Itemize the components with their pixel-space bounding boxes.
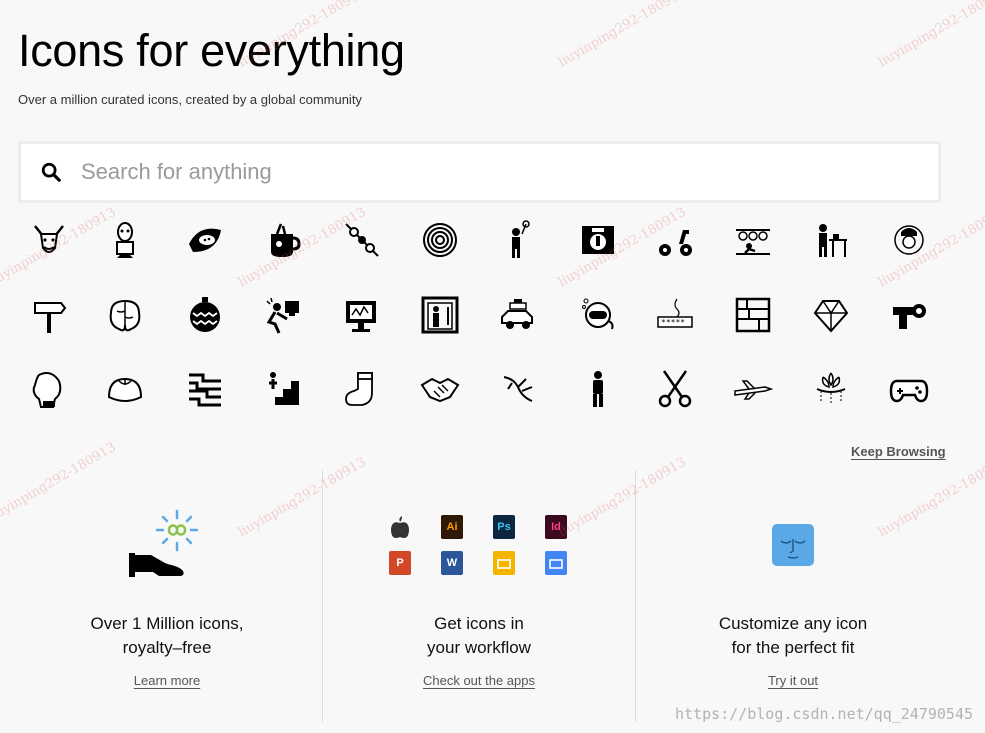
car-with-luggage-icon[interactable]	[496, 293, 540, 337]
target-rings-icon[interactable]	[418, 218, 462, 262]
shelf-with-person-icon[interactable]	[731, 218, 775, 262]
search-icon[interactable]	[40, 161, 62, 183]
watermark: liuyinping292-180913	[875, 0, 985, 71]
powerpoint-icon[interactable]: P	[389, 551, 411, 575]
ornament-bauble-icon[interactable]	[183, 293, 227, 337]
dumpling-icon[interactable]	[103, 367, 147, 411]
docs-icon[interactable]	[545, 551, 567, 575]
person-with-balloon-icon[interactable]	[496, 218, 540, 262]
papaya-icon[interactable]	[183, 218, 227, 262]
watermark: liuyinping292-180913	[555, 0, 689, 71]
password-field-icon[interactable]: *****	[653, 293, 697, 337]
keep-browsing-link[interactable]: Keep Browsing	[851, 444, 946, 459]
computer-stethoscope-icon[interactable]	[340, 293, 384, 337]
slides-icon[interactable]	[493, 551, 515, 575]
cartoon-man-icon[interactable]	[103, 218, 147, 262]
christmas-stocking-icon[interactable]	[340, 367, 384, 411]
brain-icon[interactable]	[103, 293, 147, 337]
person-at-desk-icon[interactable]	[809, 218, 853, 262]
photoshop-icon[interactable]: Ps	[493, 515, 515, 539]
feature-workflow: Ai Ps Id P W Get icons in your workflow Chec…	[324, 500, 634, 690]
apple-icon[interactable]	[389, 515, 411, 539]
bird-sketch-icon[interactable]	[496, 367, 540, 411]
game-controller-icon[interactable]	[887, 367, 931, 411]
page-subtitle: Over a million curated icons, created by…	[18, 92, 362, 107]
lotus-decoration-icon[interactable]	[809, 367, 853, 411]
shelving-icon[interactable]	[731, 293, 775, 337]
feature-royalty-free: Over 1 Million icons, royalty–free Learn…	[12, 500, 322, 690]
check-out-apps-link[interactable]: Check out the apps	[423, 673, 535, 688]
scissors-icon[interactable]	[653, 367, 697, 411]
gemstone-icon[interactable]	[809, 293, 853, 337]
illustrator-icon[interactable]: Ai	[441, 515, 463, 539]
stressed-worker-icon[interactable]	[261, 293, 305, 337]
word-icon[interactable]: W	[441, 551, 463, 575]
pattern-lines-icon[interactable]	[183, 367, 227, 411]
standing-person-icon[interactable]	[576, 367, 620, 411]
stairs-person-icon[interactable]	[261, 367, 305, 411]
search-bar[interactable]	[18, 141, 941, 203]
airplane-icon[interactable]	[731, 367, 775, 411]
feature-title: Customize any icon for the perfect fit	[718, 614, 868, 657]
feature-title: Get icons in your workflow	[427, 614, 531, 657]
feature-divider	[322, 470, 323, 722]
learn-more-link[interactable]: Learn more	[134, 673, 200, 688]
boxing-glove-icon[interactable]	[27, 367, 71, 411]
svg-text:*****: *****	[661, 318, 685, 327]
url-watermark: https://blog.csdn.net/qq_24790545	[674, 705, 973, 723]
feature-divider	[635, 470, 636, 722]
signpost-icon[interactable]	[27, 293, 71, 337]
elevator-person-icon[interactable]	[418, 293, 462, 337]
flamethrower-icon[interactable]	[887, 293, 931, 337]
handshake-icon[interactable]	[418, 367, 462, 411]
diver-mask-icon[interactable]	[576, 293, 620, 337]
try-it-out-link[interactable]: Try it out	[768, 673, 818, 688]
feature-title: Over 1 Million icons, royalty–free	[90, 614, 244, 657]
page-title: Icons for everything	[18, 25, 405, 76]
search-input[interactable]	[81, 159, 901, 185]
